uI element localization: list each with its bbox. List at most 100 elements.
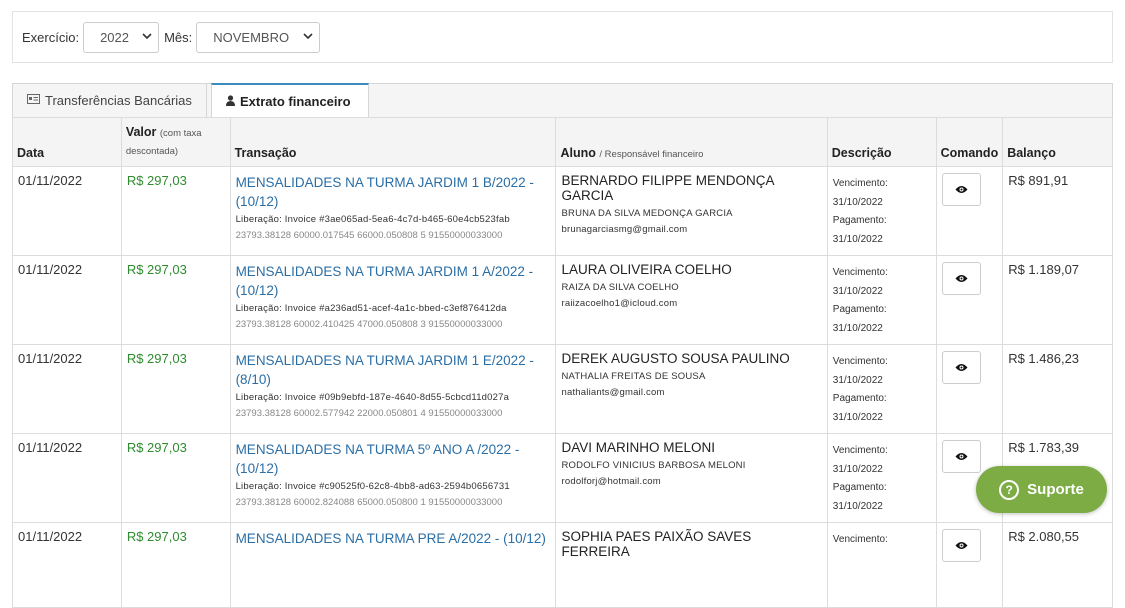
vencimento-date: 31/10/2022	[832, 196, 883, 208]
tab-transferencias-bancarias[interactable]: Transferências Bancárias	[13, 83, 207, 118]
vencimento-date: 31/10/2022	[832, 374, 883, 386]
exercicio-value: 2022	[100, 29, 129, 45]
responsavel-email: nathaliants@gmail.com	[561, 387, 665, 398]
cell-descricao: Vencimento: 31/10/2022 Pagamento: 31/10/…	[826, 344, 937, 434]
header-aluno: Aluno / Responsável financeiro	[555, 117, 828, 167]
responsavel-email: raiizacoelho1@icloud.com	[561, 298, 678, 309]
responsavel-email: brunagarciasmg@gmail.com	[561, 224, 688, 235]
vencimento-label: Vencimento:	[832, 445, 888, 456]
responsavel-name: NATHALIA FREITAS DE SOUSA	[561, 371, 706, 382]
table-row: 01/11/2022 R$ 297,03 MENSALIDADES NA TUR…	[12, 522, 1113, 608]
cell-balanco: R$ 1.189,07	[1002, 255, 1113, 345]
exercicio-label: Exercício:	[22, 29, 80, 45]
header-aluno-note: / Responsável financeiro	[599, 149, 704, 160]
transacao-link[interactable]: MENSALIDADES NA TURMA JARDIM 1 A/2022 - …	[236, 262, 551, 300]
mes-select[interactable]: NOVEMBRO	[196, 21, 321, 53]
view-button[interactable]	[941, 351, 981, 384]
view-button[interactable]	[941, 173, 981, 206]
chevron-down-icon	[303, 32, 313, 43]
table-header-row: Data Valor (com taxa descontada) Transaç…	[12, 117, 1113, 167]
cell-descricao: Vencimento: 31/10/2022 Pagamento: 31/10/…	[826, 255, 937, 345]
aluno-name: SOPHIA PAES PAIXÃO SAVES FERREIRA	[561, 529, 752, 559]
header-balanco: Balanço	[1002, 117, 1113, 167]
cell-balanco: R$ 1.486,23	[1002, 344, 1113, 434]
barcode-text: 23793.38128 60002.410425 47000.050808 3 …	[235, 319, 503, 330]
support-button[interactable]: ? Suporte	[976, 466, 1107, 513]
pagamento-date: 31/10/2022	[832, 500, 883, 512]
header-comando: Comando	[935, 117, 1004, 167]
cell-comando	[935, 166, 1004, 256]
exercicio-select[interactable]: 2022	[83, 21, 160, 53]
barcode-text: 23793.38128 60002.577942 22000.050801 4 …	[235, 408, 503, 419]
cell-aluno: BERNARDO FILIPPE MENDONÇA GARCIA BRUNA D…	[555, 166, 828, 256]
cell-valor: R$ 297,03	[120, 255, 231, 345]
header-data: Data	[12, 117, 122, 167]
vencimento-label: Vencimento:	[832, 178, 888, 189]
cell-comando	[935, 522, 1004, 608]
barcode-text: 23793.38128 60002.824088 65000.050800 1 …	[235, 497, 503, 508]
cell-data: 01/11/2022	[12, 522, 122, 608]
vencimento-label: Vencimento:	[832, 267, 888, 278]
cell-transacao: MENSALIDADES NA TURMA 5º ANO A /2022 - (…	[229, 433, 557, 523]
header-transacao: Transação	[229, 117, 557, 167]
cell-descricao: Vencimento: 31/10/2022 Pagamento: 31/10/…	[826, 166, 937, 256]
cell-valor: R$ 297,03	[120, 433, 231, 523]
cell-valor: R$ 297,03	[120, 344, 231, 434]
view-button[interactable]	[941, 262, 981, 295]
cell-data: 01/11/2022	[12, 255, 122, 345]
vencimento-label: Vencimento:	[832, 534, 888, 545]
table-row: 01/11/2022 R$ 297,03 MENSALIDADES NA TUR…	[12, 255, 1113, 345]
table-row: 01/11/2022 R$ 297,03 MENSALIDADES NA TUR…	[12, 433, 1113, 523]
vencimento-date: 31/10/2022	[832, 463, 883, 475]
mes-label: Mês:	[164, 29, 193, 45]
view-button[interactable]	[941, 440, 981, 473]
cell-aluno: DEREK AUGUSTO SOUSA PAULINO NATHALIA FRE…	[555, 344, 828, 434]
cell-transacao: MENSALIDADES NA TURMA JARDIM 1 B/2022 - …	[229, 166, 557, 256]
cell-descricao: Vencimento:	[826, 522, 937, 608]
user-icon	[226, 94, 235, 109]
pagamento-date: 31/10/2022	[832, 411, 883, 423]
cell-valor: R$ 297,03	[120, 166, 231, 256]
pagamento-date: 31/10/2022	[832, 322, 883, 334]
aluno-name: DAVI MARINHO MELONI	[561, 440, 716, 455]
transacao-link[interactable]: MENSALIDADES NA TURMA PRE A/2022 - (10/1…	[236, 529, 551, 548]
tab-extrato-financeiro[interactable]: Extrato financeiro	[211, 83, 369, 118]
responsavel-name: RODOLFO VINICIUS BARBOSA MELONI	[561, 460, 746, 471]
liberacao-text: Liberação: Invoice #a236ad51-acef-4a1c-b…	[235, 303, 507, 314]
cell-balanco: R$ 891,91	[1002, 166, 1113, 256]
header-valor: Valor (com taxa descontada)	[120, 117, 231, 167]
cell-balanco: R$ 2.080,55	[1002, 522, 1113, 608]
cell-aluno: SOPHIA PAES PAIXÃO SAVES FERREIRA	[555, 522, 828, 608]
responsavel-name: RAIZA DA SILVA COELHO	[561, 282, 679, 293]
cell-comando	[935, 255, 1004, 345]
pagamento-label: Pagamento:	[832, 304, 887, 315]
pagamento-date: 31/10/2022	[832, 233, 883, 245]
eye-icon	[955, 360, 968, 375]
transacao-link[interactable]: MENSALIDADES NA TURMA JARDIM 1 E/2022 - …	[236, 351, 551, 389]
mes-value: NOVEMBRO	[213, 29, 290, 45]
cell-transacao: MENSALIDADES NA TURMA PRE A/2022 - (10/1…	[229, 522, 557, 608]
responsavel-name: BRUNA DA SILVA MEDONÇA GARCIA	[561, 208, 733, 219]
pagamento-label: Pagamento:	[832, 482, 887, 493]
pagamento-label: Pagamento:	[832, 393, 887, 404]
eye-icon	[955, 538, 968, 553]
view-button[interactable]	[941, 529, 981, 562]
transacao-link[interactable]: MENSALIDADES NA TURMA JARDIM 1 B/2022 - …	[236, 173, 551, 211]
eye-icon	[955, 182, 968, 197]
card-icon	[27, 94, 40, 107]
help-icon: ?	[999, 479, 1020, 500]
transacao-link[interactable]: MENSALIDADES NA TURMA 5º ANO A /2022 - (…	[236, 440, 551, 478]
vencimento-date: 31/10/2022	[832, 285, 883, 297]
extrato-table: Data Valor (com taxa descontada) Transaç…	[12, 117, 1113, 608]
pagamento-label: Pagamento:	[832, 215, 887, 226]
vencimento-label: Vencimento:	[832, 356, 888, 367]
barcode-text: 23793.38128 60000.017545 66000.050808 5 …	[235, 230, 503, 241]
support-label: Suporte	[1027, 481, 1084, 498]
liberacao-text: Liberação: Invoice #3ae065ad-5ea6-4c7d-b…	[235, 214, 510, 225]
tab-label: Transferências Bancárias	[45, 93, 192, 108]
chevron-down-icon	[142, 32, 152, 43]
table-row: 01/11/2022 R$ 297,03 MENSALIDADES NA TUR…	[12, 344, 1113, 434]
table-row: 01/11/2022 R$ 297,03 MENSALIDADES NA TUR…	[12, 166, 1113, 256]
cell-data: 01/11/2022	[12, 344, 122, 434]
cell-data: 01/11/2022	[12, 433, 122, 523]
